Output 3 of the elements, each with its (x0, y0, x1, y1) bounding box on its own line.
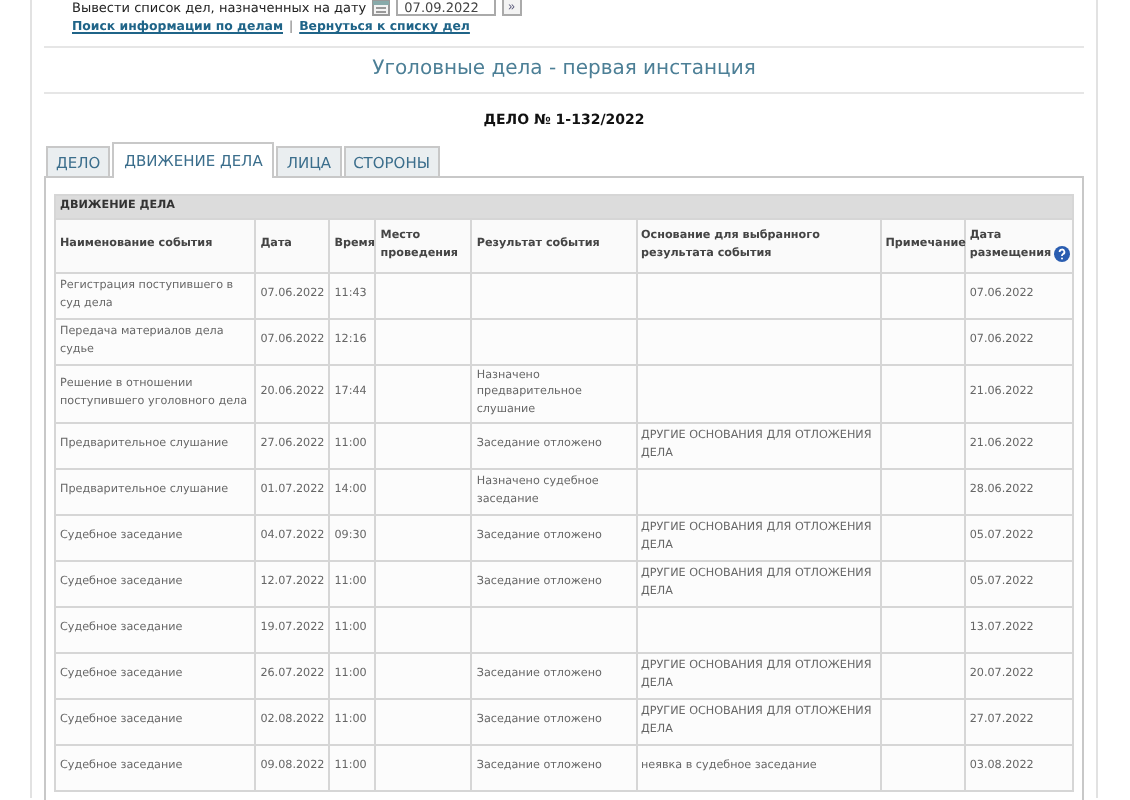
calendar-icon[interactable] (372, 0, 391, 16)
page-title: Уголовные дела - первая инстанция (44, 46, 1084, 94)
help-icon[interactable] (1053, 246, 1070, 263)
